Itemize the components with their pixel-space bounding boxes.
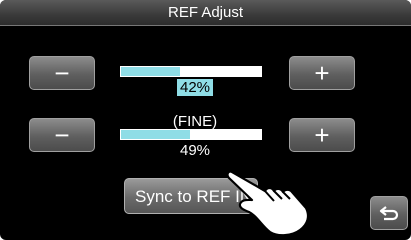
- fine-value: 49%: [179, 142, 211, 159]
- minus-icon: −: [54, 58, 70, 88]
- minus-icon: −: [54, 120, 70, 150]
- back-button[interactable]: [370, 196, 408, 230]
- fine-decrease-button[interactable]: −: [29, 118, 95, 152]
- coarse-decrease-button[interactable]: −: [29, 56, 95, 90]
- fine-level-bar: [120, 129, 262, 140]
- coarse-level-bar: [120, 66, 262, 77]
- fine-level-fill: [121, 130, 190, 139]
- fine-increase-button[interactable]: +: [289, 118, 355, 152]
- touch-hand-icon: [226, 170, 310, 237]
- coarse-value-text: 42%: [176, 79, 214, 96]
- coarse-value: 42%: [160, 79, 230, 96]
- return-arrow-icon: [379, 206, 399, 221]
- coarse-increase-button[interactable]: +: [289, 56, 355, 90]
- fine-label: (FINE): [172, 113, 218, 130]
- window-title: REF Adjust: [0, 0, 411, 26]
- plus-icon: +: [314, 58, 330, 88]
- plus-icon: +: [314, 120, 330, 150]
- coarse-level-fill: [121, 67, 180, 76]
- ref-adjust-screen: REF Adjust − 42% + (FINE) − 49% + Sync t…: [0, 0, 411, 240]
